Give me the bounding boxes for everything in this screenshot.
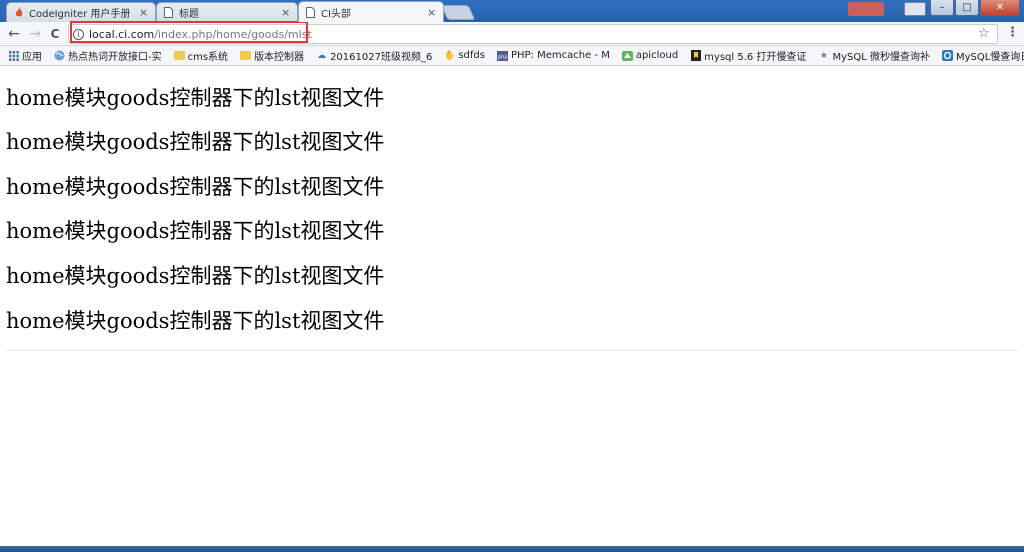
codeigniter-flame-icon bbox=[13, 7, 24, 18]
cloud-icon: ☁ bbox=[317, 50, 327, 61]
blog-icon bbox=[941, 50, 953, 61]
bookmark-item[interactable]: ☁ 20161027班级视频_6 bbox=[310, 48, 438, 64]
tab-title: CodeIgniter 用户手册 · bbox=[29, 9, 134, 20]
content-line: home模块goods控制器下的lst视图文件 bbox=[6, 309, 385, 333]
tab-title-page[interactable]: 标题 × bbox=[156, 2, 298, 22]
bookmark-star-icon[interactable]: ☆ bbox=[978, 26, 990, 41]
bookmark-item[interactable]: ✋ sdfds bbox=[438, 50, 491, 61]
page-icon bbox=[305, 6, 316, 18]
window-controls: – □ ✕ bbox=[930, 0, 1020, 16]
globe-icon bbox=[54, 50, 65, 61]
apps-grid-icon bbox=[8, 50, 19, 61]
bookmark-label: mysql 5.6 打开慢查证 bbox=[704, 52, 807, 63]
minimize-button[interactable]: – bbox=[930, 0, 954, 16]
php-icon: php bbox=[496, 50, 508, 61]
content-line: home模块goods控制器下的lst视图文件 bbox=[6, 264, 385, 288]
close-icon[interactable]: × bbox=[281, 7, 291, 18]
content-line: home模块goods控制器下的lst视图文件 bbox=[6, 219, 385, 243]
bookmark-item[interactable]: MySQL慢查询日志总 bbox=[936, 48, 1024, 63]
bookmark-apps[interactable]: 应用 bbox=[0, 48, 48, 63]
close-window-button[interactable]: ✕ bbox=[980, 0, 1020, 16]
bookmark-label: cms系统 bbox=[187, 52, 229, 63]
bookmark-folder[interactable]: 版本控制器 bbox=[234, 48, 310, 63]
bookmark-label: 应用 bbox=[22, 52, 42, 63]
user-icon[interactable] bbox=[904, 2, 926, 16]
content-line: home模块goods控制器下的lst视图文件 bbox=[6, 130, 385, 154]
forward-button[interactable]: → bbox=[27, 26, 43, 42]
new-tab-button[interactable] bbox=[440, 5, 476, 20]
star-icon: ★ bbox=[819, 50, 828, 61]
tab-title: 标题 bbox=[179, 9, 199, 20]
bookmark-icon bbox=[690, 50, 701, 61]
folder-icon bbox=[173, 50, 185, 61]
tab-ci-header[interactable]: CI头部 × bbox=[298, 1, 444, 22]
title-bar: CodeIgniter 用户手册 · × 标题 × CI头部 × – □ ✕ bbox=[0, 0, 1024, 22]
bookmark-item[interactable]: 热点热词开放接口-实 bbox=[48, 48, 168, 63]
bookmark-label: sdfds bbox=[458, 50, 485, 61]
bookmark-item[interactable]: mysql 5.6 打开慢查证 bbox=[684, 48, 812, 63]
folder-icon bbox=[240, 50, 252, 61]
tab-title: CI头部 bbox=[321, 8, 351, 20]
back-button[interactable]: ← bbox=[6, 26, 22, 42]
apicloud-icon bbox=[621, 50, 633, 61]
os-taskbar bbox=[0, 546, 1024, 552]
bookmark-label: MySQL 微秒慢查询补 bbox=[832, 52, 930, 63]
bookmark-label: 版本控制器 bbox=[254, 52, 305, 63]
profile-badge[interactable] bbox=[848, 2, 884, 16]
page-content: home模块goods控制器下的lst视图文件 home模块goods控制器下的… bbox=[0, 66, 1024, 546]
thumb-icon: ✋ bbox=[444, 50, 456, 61]
content-line: home模块goods控制器下的lst视图文件 bbox=[6, 86, 385, 110]
bookmark-label: PHP: Memcache - M bbox=[510, 50, 610, 61]
url-highlight-box bbox=[70, 21, 308, 43]
horizontal-rule bbox=[6, 350, 1018, 351]
bookmark-folder[interactable]: cms系统 bbox=[168, 48, 234, 63]
close-icon[interactable]: × bbox=[427, 7, 437, 18]
maximize-button[interactable]: □ bbox=[955, 0, 979, 16]
close-icon[interactable]: × bbox=[139, 7, 149, 18]
bookmark-label: apicloud bbox=[635, 50, 679, 61]
svg-text:php: php bbox=[498, 54, 508, 60]
bookmark-label: 热点热词开放接口-实 bbox=[68, 52, 162, 63]
reload-button[interactable]: C bbox=[47, 26, 63, 42]
tab-codeigniter-manual[interactable]: CodeIgniter 用户手册 · × bbox=[6, 2, 156, 22]
bookmark-item[interactable]: apicloud bbox=[616, 50, 684, 61]
menu-icon[interactable]: ⋮ bbox=[1006, 25, 1019, 40]
bookmark-label: MySQL慢查询日志总 bbox=[955, 52, 1024, 63]
bookmarks-overflow-button[interactable]: » bbox=[1003, 49, 1010, 62]
bookmark-item[interactable]: php PHP: Memcache - M bbox=[491, 50, 616, 61]
bookmarks-bar: 应用 热点热词开放接口-实 cms系统 版本控制器 ☁ 20161027班级视频… bbox=[0, 46, 1024, 66]
page-icon bbox=[163, 7, 174, 18]
bookmark-label: 20161027班级视频_6 bbox=[330, 52, 433, 63]
content-line: home模块goods控制器下的lst视图文件 bbox=[6, 175, 385, 199]
bookmark-item[interactable]: ★ MySQL 微秒慢查询补 bbox=[812, 48, 936, 64]
